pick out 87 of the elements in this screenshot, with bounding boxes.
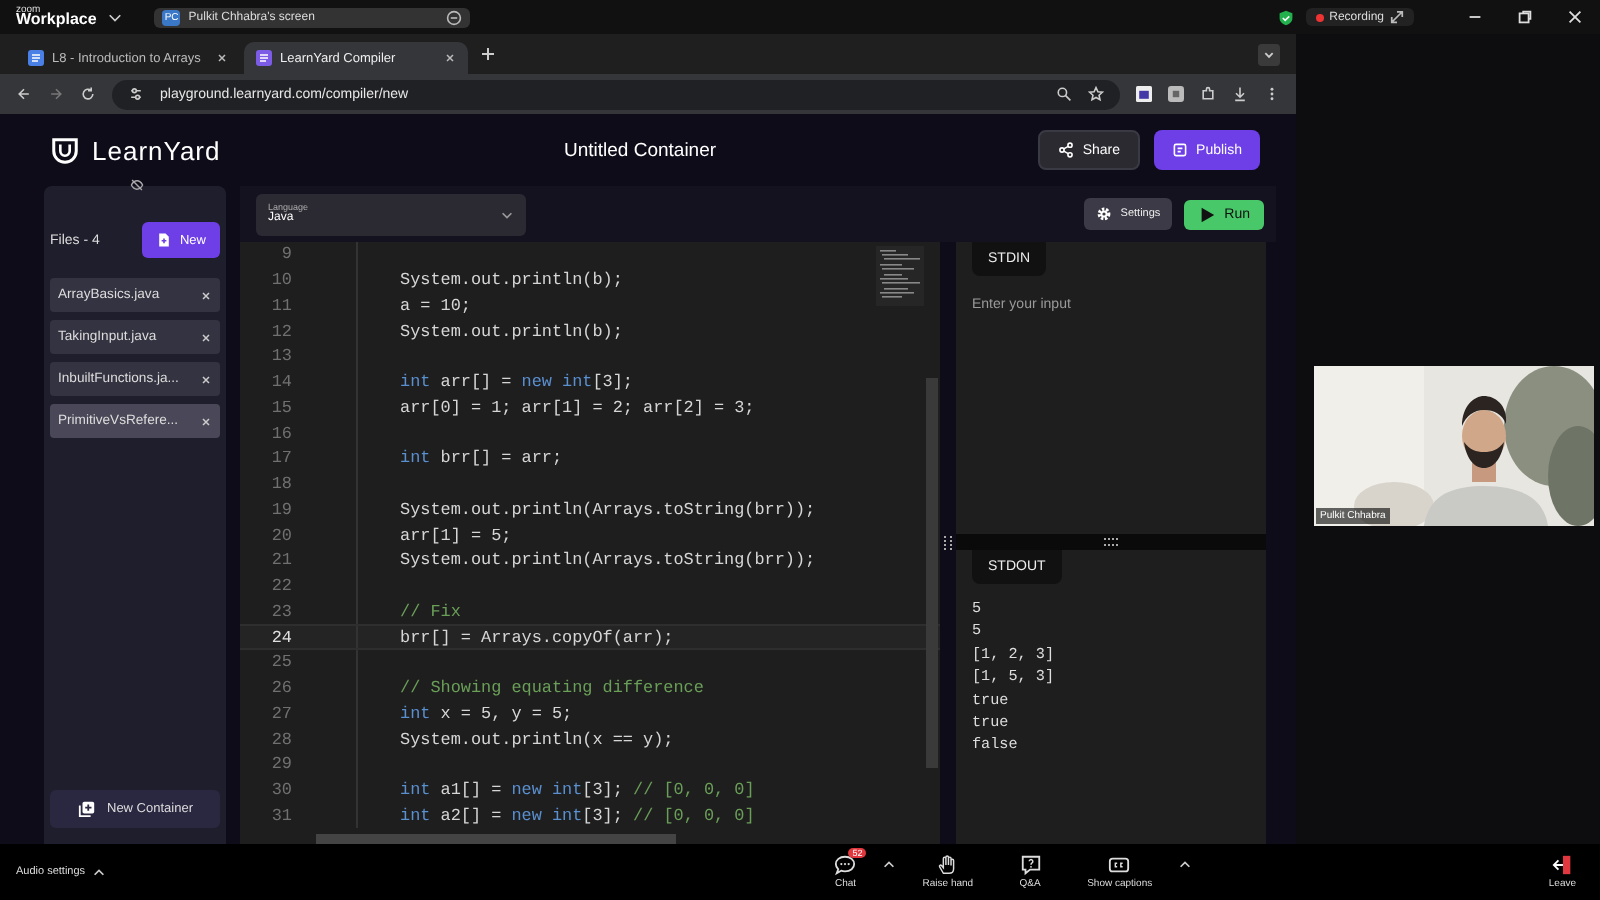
forward-icon[interactable]: [48, 86, 64, 102]
hand-icon: [936, 854, 959, 876]
line-number: 28: [269, 729, 292, 750]
code-editor[interactable]: [240, 242, 940, 844]
settings-icon: [1096, 206, 1113, 222]
line-number: 20: [269, 525, 292, 546]
code-line: int a1[] = new int[3]; // [0, 0, 0]: [400, 780, 755, 801]
code-line: int brr[] = arr;: [400, 448, 563, 469]
code-line: int arr[] = new int[3];: [400, 372, 633, 393]
line-number: 19: [269, 499, 292, 520]
line-number: 10: [269, 270, 292, 291]
logo-icon: [50, 135, 80, 165]
line-number: 12: [269, 321, 292, 342]
drag-handle[interactable]: [944, 536, 952, 550]
drag-handle[interactable]: [1104, 538, 1118, 546]
code-line: System.out.println(Arrays.toString(brr));: [400, 499, 816, 520]
add-container-icon: [77, 800, 95, 818]
expand-icon: [1390, 10, 1404, 24]
close-icon[interactable]: [200, 289, 212, 301]
caret-icon[interactable]: [108, 10, 123, 24]
code-line: System.out.println(x == y);: [400, 729, 674, 750]
line-number: 30: [269, 780, 292, 801]
line-number: 31: [269, 805, 292, 826]
captions-icon: [1108, 854, 1131, 876]
shield-icon: [1277, 9, 1294, 25]
line-number: 15: [269, 397, 292, 418]
code-line: // Showing equating difference: [400, 678, 704, 699]
line-number: 29: [269, 754, 292, 775]
download-icon[interactable]: [1232, 86, 1248, 102]
restore-icon[interactable]: [1516, 8, 1534, 26]
code-line: arr[1] = 5;: [400, 525, 512, 546]
puzzle-icon[interactable]: [1200, 86, 1216, 102]
close-icon[interactable]: [444, 52, 456, 64]
tab-search-icon[interactable]: [1258, 43, 1280, 65]
code-line: arr[0] = 1; arr[1] = 2; arr[2] = 3;: [400, 397, 755, 418]
code-line: int x = 5, y = 5;: [400, 703, 573, 724]
product-name: Workplace: [16, 14, 97, 28]
line-number: 18: [269, 474, 292, 495]
line-number: 11: [269, 295, 292, 316]
line-number: 25: [269, 652, 292, 673]
line-number: 22: [269, 576, 292, 597]
site-settings-icon[interactable]: [128, 86, 144, 102]
line-number: 26: [269, 678, 292, 699]
line-number: 24: [269, 627, 292, 648]
new-tab-icon[interactable]: [480, 46, 496, 62]
line-number: 17: [269, 448, 292, 469]
caret-icon[interactable]: [1178, 858, 1193, 872]
stop-icon[interactable]: [446, 9, 463, 25]
line-number: 23: [269, 601, 292, 622]
code-line: System.out.println(b);: [400, 321, 623, 342]
container-title: Untitled Container: [564, 139, 717, 161]
share-icon: [1058, 142, 1075, 158]
line-number: 27: [269, 703, 292, 724]
reload-icon[interactable]: [80, 86, 96, 102]
hidden-icon[interactable]: [130, 178, 144, 192]
qa-icon: [1019, 854, 1042, 876]
line-number: 16: [269, 423, 292, 444]
line-number: 14: [269, 372, 292, 393]
exit-icon: [1551, 854, 1574, 876]
code-line: System.out.println(Arrays.toString(brr));: [400, 550, 816, 571]
brand-name: LearnYard: [92, 135, 221, 165]
code-line: // Fix: [400, 601, 461, 622]
line-number: 13: [269, 346, 292, 367]
caret-icon[interactable]: [882, 858, 897, 872]
search-icon[interactable]: [1056, 86, 1072, 102]
chevron-down-icon: [500, 207, 514, 221]
code-line: brr[] = Arrays.copyOf(arr);: [400, 627, 674, 648]
line-number: 9: [279, 244, 292, 265]
close-icon[interactable]: [1566, 8, 1584, 26]
back-icon[interactable]: [16, 86, 32, 102]
document-icon: [256, 50, 272, 66]
document-icon: [1172, 142, 1189, 158]
close-icon[interactable]: [200, 373, 212, 385]
close-icon[interactable]: [216, 52, 228, 64]
new-file-icon: [155, 232, 172, 248]
minimap[interactable]: [876, 246, 924, 306]
line-number: 21: [269, 550, 292, 571]
scrollbar[interactable]: [926, 378, 938, 768]
scrollbar[interactable]: [316, 834, 676, 844]
caret-icon: [91, 865, 106, 879]
code-line: int a2[] = new int[3]; // [0, 0, 0]: [400, 805, 755, 826]
play-icon: [1198, 205, 1217, 223]
close-icon[interactable]: [200, 331, 212, 343]
code-line: a = 10;: [400, 295, 471, 316]
star-icon[interactable]: [1088, 86, 1104, 102]
code-line: System.out.println(b);: [400, 270, 623, 291]
document-icon: [28, 50, 44, 66]
